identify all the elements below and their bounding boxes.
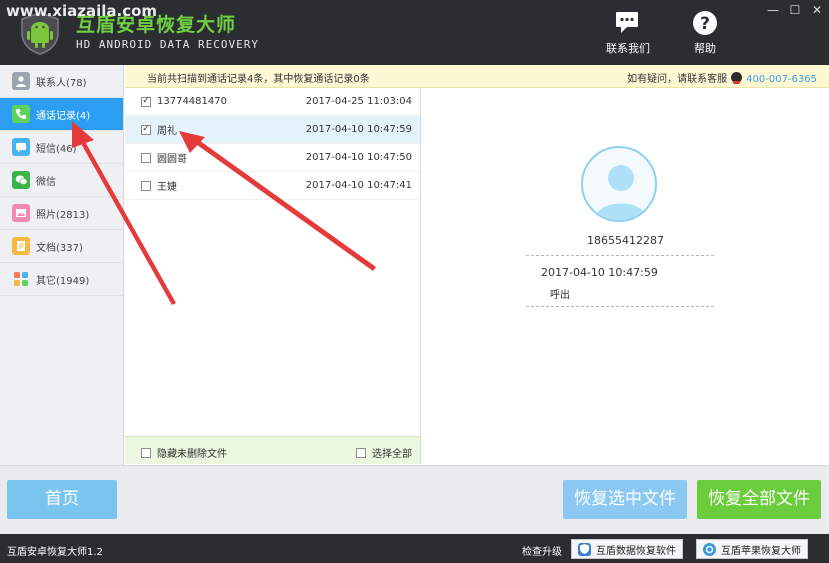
category-sidebar: 联系人(78) 通话记录(4) 短信(46) 微信 照片(2813) 文档(33… xyxy=(0,65,124,465)
recovery-circle-icon xyxy=(703,542,716,556)
recover-selected-button[interactable]: 恢复选中文件 xyxy=(563,480,687,519)
list-item[interactable]: 王婕 2017-04-10 10:47:41 xyxy=(125,172,420,200)
chat-icon xyxy=(616,12,638,33)
watermark: www.xiazaila.com xyxy=(6,2,158,20)
scan-summary: 当前共扫描到通话记录4条，其中恢复通话记录0条 xyxy=(147,74,370,85)
list-footer: 隐藏未删除文件 选择全部 xyxy=(125,436,421,464)
recover-all-button[interactable]: 恢复全部文件 xyxy=(697,480,821,519)
sidebar-item-contacts[interactable]: 联系人(78) xyxy=(0,65,123,98)
divider xyxy=(526,306,714,307)
app-version: 互盾安卓恢复大师1.2 xyxy=(7,547,103,558)
document-icon xyxy=(12,237,30,255)
status-bar: 互盾安卓恢复大师1.2 检查升级 互盾数据恢复软件 互盾苹果恢复大师 xyxy=(0,534,829,563)
record-time: 2017-04-10 10:47:59 xyxy=(305,124,412,135)
help-button[interactable]: ? 帮助 xyxy=(675,10,735,58)
list-item[interactable]: 圆圆哥 2017-04-10 10:47:50 xyxy=(125,144,420,172)
sidebar-item-label: 其它(1949) xyxy=(36,275,90,287)
sidebar-item-label: 文档(337) xyxy=(36,242,83,254)
close-icon[interactable]: ✕ xyxy=(808,3,826,17)
help-label: 帮助 xyxy=(694,42,716,55)
apple-recovery-product-button[interactable]: 互盾苹果恢复大师 xyxy=(696,539,808,559)
photo-icon xyxy=(12,204,30,222)
select-all-label: 选择全部 xyxy=(372,449,412,460)
support-info: 如有疑问，请联系客服 400-007-6365 xyxy=(627,70,817,85)
product-label: 互盾苹果恢复大师 xyxy=(721,545,801,557)
contacts-icon xyxy=(12,72,30,90)
sidebar-item-wechat[interactable]: 微信 xyxy=(0,164,123,197)
sidebar-item-documents[interactable]: 文档(337) xyxy=(0,230,123,263)
help-icon: ? xyxy=(693,11,717,35)
sidebar-item-photos[interactable]: 照片(2813) xyxy=(0,197,123,230)
maximize-icon[interactable]: ☐ xyxy=(786,3,804,17)
detail-phone-number: 18655412287 xyxy=(587,234,664,247)
record-checkbox[interactable] xyxy=(141,180,151,191)
hide-undeleted-label: 隐藏未删除文件 xyxy=(157,449,227,460)
record-checkbox[interactable]: ✓ xyxy=(141,96,151,107)
sidebar-item-label: 微信 xyxy=(36,176,56,188)
data-recovery-product-button[interactable]: 互盾数据恢复软件 xyxy=(571,539,683,559)
record-time: 2017-04-25 11:03:04 xyxy=(305,96,412,107)
record-checkbox[interactable]: ✓ xyxy=(141,124,151,135)
record-checkbox[interactable] xyxy=(141,152,151,163)
qq-icon[interactable] xyxy=(731,72,743,84)
record-time: 2017-04-10 10:47:50 xyxy=(305,152,412,163)
divider xyxy=(526,255,714,256)
svg-text:?: ? xyxy=(700,14,710,34)
sidebar-item-other[interactable]: 其它(1949) xyxy=(0,263,123,296)
list-item[interactable]: ✓ 周礼 2017-04-10 10:47:59 xyxy=(125,116,420,144)
home-button[interactable]: 首页 xyxy=(7,480,117,519)
hide-undeleted-checkbox[interactable] xyxy=(141,447,151,458)
other-icon xyxy=(12,270,30,288)
sidebar-item-sms[interactable]: 短信(46) xyxy=(0,131,123,164)
support-text: 如有疑问，请联系客服 xyxy=(627,74,728,85)
title-bar: 互盾安卓恢复大师 HD ANDROID DATA RECOVERY www.xi… xyxy=(0,0,829,65)
sidebar-item-label: 联系人(78) xyxy=(36,77,87,89)
select-all-option[interactable]: 选择全部 xyxy=(356,445,412,460)
action-bar: 首页 恢复选中文件 恢复全部文件 xyxy=(0,465,829,534)
sidebar-item-label: 短信(46) xyxy=(36,143,77,155)
hide-undeleted-option[interactable]: 隐藏未删除文件 xyxy=(141,445,227,460)
app-subtitle: HD ANDROID DATA RECOVERY xyxy=(76,38,259,51)
avatar xyxy=(581,146,657,222)
wechat-icon xyxy=(12,171,30,189)
phone-icon xyxy=(12,105,30,123)
detail-call-time: 2017-04-10 10:47:59 xyxy=(541,266,658,279)
scan-info-bar: 当前共扫描到通话记录4条，其中恢复通话记录0条 如有疑问，请联系客服 400-00… xyxy=(125,65,829,88)
list-item[interactable]: ✓ 13774481470 2017-04-25 11:03:04 xyxy=(125,88,420,116)
contact-us-button[interactable]: 联系我们 xyxy=(598,10,658,58)
support-phone: 400-007-6365 xyxy=(746,74,817,85)
product-label: 互盾数据恢复软件 xyxy=(596,545,676,557)
person-icon xyxy=(595,165,647,220)
sms-icon xyxy=(12,138,30,156)
sidebar-item-label: 通话记录(4) xyxy=(36,110,91,122)
sidebar-item-label: 照片(2813) xyxy=(36,209,90,221)
sidebar-item-call-log[interactable]: 通话记录(4) xyxy=(0,98,123,131)
contact-us-label: 联系我们 xyxy=(606,42,650,55)
record-detail-panel: 18655412287 2017-04-10 10:47:59 呼出 xyxy=(422,88,829,464)
check-upgrade-link[interactable]: 检查升级 xyxy=(522,543,562,558)
call-record-list: ✓ 13774481470 2017-04-25 11:03:04 ✓ 周礼 2… xyxy=(125,88,421,464)
select-all-checkbox[interactable] xyxy=(356,447,366,458)
record-time: 2017-04-10 10:47:41 xyxy=(305,180,412,191)
detail-call-type: 呼出 xyxy=(550,290,570,301)
minimize-icon[interactable]: — xyxy=(764,3,782,17)
shield-icon xyxy=(578,542,591,556)
